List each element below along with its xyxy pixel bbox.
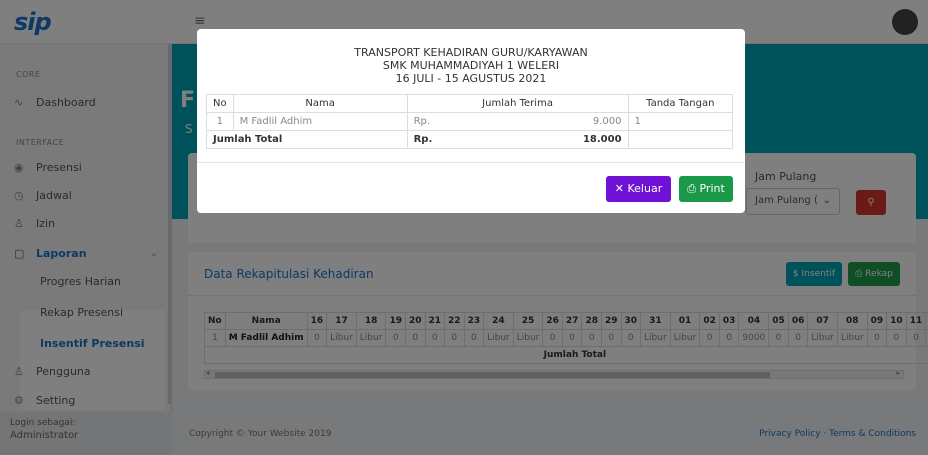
cell-no: 1 bbox=[206, 112, 234, 131]
total-label: Jumlah Total bbox=[206, 130, 408, 149]
keluar-button[interactable]: ✕ Keluar bbox=[606, 176, 671, 202]
modal-title-line1: TRANSPORT KEHADIRAN GURU/KARYAWAN bbox=[354, 46, 588, 59]
cell-amount: 9.000 bbox=[490, 112, 629, 131]
total-amount: 18.000 bbox=[490, 130, 629, 149]
table-row: 1 M Fadlil Adhim Rp. 9.000 1 bbox=[206, 112, 734, 131]
cell-nama: M Fadlil Adhim bbox=[232, 112, 408, 131]
modal-table: No Nama Jumlah Terima Tanda Tangan 1 M F… bbox=[206, 94, 734, 149]
total-ttd bbox=[627, 130, 734, 149]
total-rp: Rp. bbox=[406, 130, 491, 149]
insentif-modal: TRANSPORT KEHADIRAN GURU/KARYAWAN SMK MU… bbox=[197, 29, 745, 213]
col-nama: Nama bbox=[232, 94, 408, 113]
table-total-row: Jumlah Total Rp. 18.000 bbox=[206, 130, 734, 149]
cell-rp: Rp. bbox=[406, 112, 491, 131]
modal-divider bbox=[197, 162, 745, 163]
table-header-row: No Nama Jumlah Terima Tanda Tangan bbox=[206, 94, 734, 113]
cell-ttd: 1 bbox=[627, 112, 734, 131]
print-button[interactable]: ⎙ Print bbox=[679, 176, 733, 202]
col-no: No bbox=[206, 94, 234, 113]
modal-title-line2: SMK MUHAMMADIYAH 1 WELERI bbox=[382, 59, 560, 72]
col-jumlah: Jumlah Terima bbox=[406, 94, 629, 113]
modal-title-line3: 16 JULI - 15 AGUSTUS 2021 bbox=[395, 72, 547, 85]
col-ttd: Tanda Tangan bbox=[627, 94, 734, 113]
